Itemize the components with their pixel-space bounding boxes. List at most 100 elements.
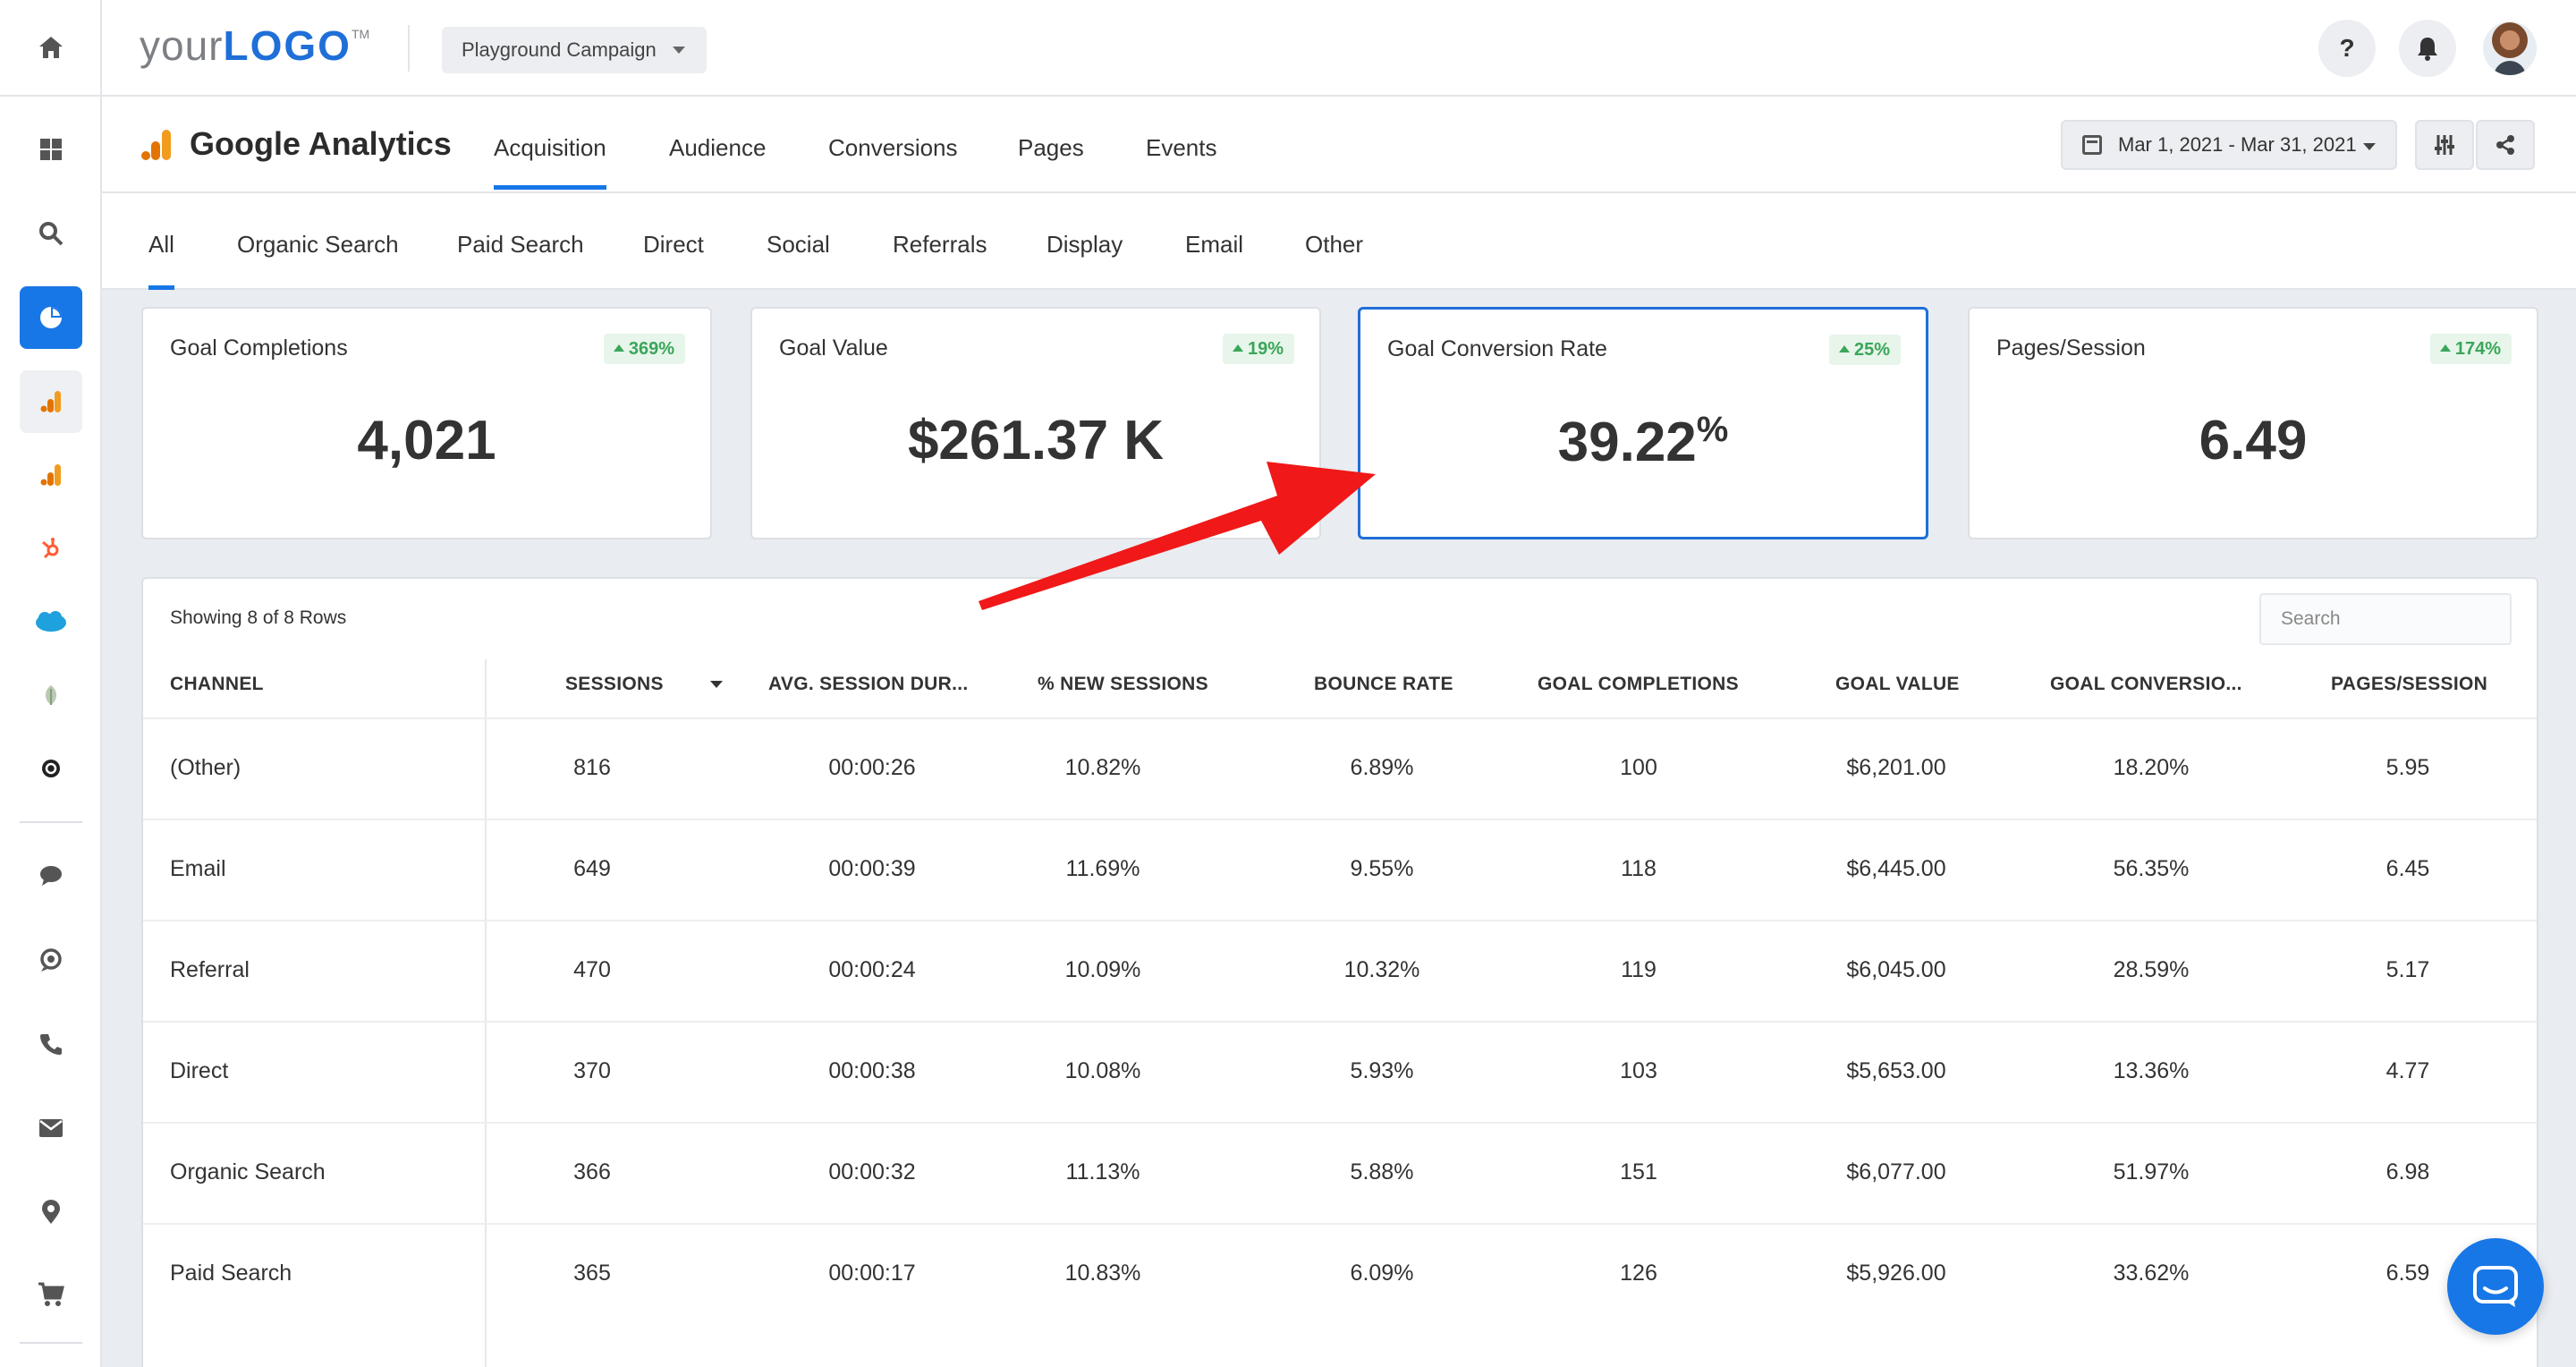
page-title: Google Analytics bbox=[190, 125, 452, 162]
cell-goal-conversion-rate: 18.20% bbox=[2113, 755, 2190, 780]
subtab-other[interactable]: Other bbox=[1305, 231, 1363, 290]
kpi-value-wrapper: 39.22% bbox=[1360, 410, 1926, 474]
cell-pages-session: 6.98 bbox=[2385, 1159, 2430, 1184]
top-bar: your LOGO TM Playground Campaign ? bbox=[102, 0, 2576, 97]
bell-icon bbox=[2418, 38, 2437, 61]
cell-new-sessions: 11.13% bbox=[1065, 1159, 1140, 1184]
map-pin-icon bbox=[42, 1200, 60, 1224]
header-sessions[interactable]: SESSIONS bbox=[565, 674, 664, 695]
brand-logo[interactable]: your LOGO TM bbox=[140, 21, 369, 75]
kpi-label: Goal Conversion Rate bbox=[1387, 336, 1607, 361]
subtab-display[interactable]: Display bbox=[1046, 231, 1123, 290]
subtab-social[interactable]: Social bbox=[767, 231, 830, 290]
envelope-icon bbox=[39, 1119, 63, 1137]
dashboard-button[interactable] bbox=[20, 118, 82, 181]
header-new-sessions[interactable]: % NEW SESSIONS bbox=[1038, 674, 1208, 695]
email-nav-button[interactable] bbox=[20, 1097, 82, 1159]
kpi-card-pages-session[interactable]: Pages/Session 174% 6.49 bbox=[1968, 307, 2538, 539]
cell-channel: Direct bbox=[170, 1058, 229, 1083]
kpi-change-badge: 369% bbox=[603, 334, 685, 364]
notifications-button[interactable] bbox=[2399, 20, 2456, 77]
subtab-paid-search[interactable]: Paid Search bbox=[457, 231, 584, 290]
share-icon bbox=[2496, 135, 2514, 155]
google-analytics-button[interactable] bbox=[20, 370, 82, 433]
subtab-organic-search[interactable]: Organic Search bbox=[237, 231, 399, 290]
channel-table-panel: Showing 8 of 8 Rows Search CHANNEL SESSI… bbox=[141, 577, 2538, 1367]
google-analytics-2-button[interactable] bbox=[20, 444, 82, 506]
kpi-card-goal-conversion-rate[interactable]: Goal Conversion Rate 25% 39.22% bbox=[1358, 307, 1928, 539]
subtab-email[interactable]: Email bbox=[1185, 231, 1243, 290]
tab-audience[interactable]: Audience bbox=[669, 134, 766, 190]
table-row[interactable]: Direct 370 00:00:38 10.08% 5.93% 103 $5,653.00… bbox=[143, 1021, 2537, 1122]
date-range-picker[interactable]: Mar 1, 2021 - Mar 31, 2021 bbox=[2061, 120, 2397, 170]
leaf-icon bbox=[46, 685, 56, 705]
sort-desc-icon[interactable] bbox=[710, 681, 723, 688]
user-avatar[interactable] bbox=[2483, 21, 2537, 75]
cell-channel: Organic Search bbox=[170, 1159, 326, 1184]
customize-button[interactable] bbox=[2415, 120, 2474, 170]
hubspot-icon bbox=[42, 538, 59, 559]
cell-new-sessions: 10.82% bbox=[1064, 755, 1141, 780]
cell-goal-completions: 119 bbox=[1621, 957, 1657, 982]
share-button[interactable] bbox=[2476, 120, 2535, 170]
search-button[interactable] bbox=[20, 202, 82, 265]
phone-nav-button[interactable] bbox=[20, 1013, 82, 1075]
support-chat-button[interactable] bbox=[2447, 1238, 2544, 1335]
tab-events[interactable]: Events bbox=[1146, 134, 1217, 190]
reports-button[interactable] bbox=[20, 286, 82, 349]
leaf-app-button[interactable] bbox=[20, 664, 82, 726]
header-avg-session-duration[interactable]: AVG. SESSION DUR... bbox=[768, 674, 969, 695]
cell-pages-session: 6.59 bbox=[2385, 1261, 2430, 1286]
help-button[interactable]: ? bbox=[2318, 20, 2376, 77]
cell-bounce-rate: 5.93% bbox=[1350, 1058, 1414, 1083]
header-goal-completions[interactable]: GOAL COMPLETIONS bbox=[1538, 674, 1739, 695]
table-row[interactable]: Paid Search 365 00:00:17 10.83% 6.09% 126 $5,9… bbox=[143, 1223, 2537, 1324]
shopping-cart-icon bbox=[38, 1282, 64, 1306]
cell-bounce-rate: 10.32% bbox=[1343, 957, 1420, 982]
kpi-label: Goal Value bbox=[779, 335, 888, 361]
avatar-shirt bbox=[2494, 61, 2526, 75]
header-bounce-rate[interactable]: BOUNCE RATE bbox=[1314, 674, 1453, 695]
table-row[interactable]: Organic Search 366 00:00:32 11.13% 5.88% 151 $… bbox=[143, 1122, 2537, 1223]
kpi-card-goal-completions[interactable]: Goal Completions 369% 4,021 bbox=[141, 307, 712, 539]
home-button[interactable] bbox=[0, 0, 102, 97]
location-nav-button[interactable] bbox=[20, 1181, 82, 1244]
cell-sessions: 366 bbox=[573, 1159, 611, 1184]
hubspot-button[interactable] bbox=[20, 517, 82, 580]
table-search-input[interactable]: Search bbox=[2259, 593, 2512, 645]
header-goal-value[interactable]: GOAL VALUE bbox=[1835, 674, 1960, 695]
target-app-button[interactable] bbox=[20, 737, 82, 800]
pie-chart-icon bbox=[40, 307, 62, 328]
header-channel[interactable]: CHANNEL bbox=[170, 674, 264, 695]
logo-divider bbox=[408, 25, 410, 72]
table-row[interactable]: Email 649 00:00:39 11.69% 9.55% 118 $6,445.00 5… bbox=[143, 819, 2537, 920]
tab-conversions[interactable]: Conversions bbox=[828, 134, 958, 190]
cell-goal-value: $5,926.00 bbox=[1846, 1261, 1946, 1286]
tab-acquisition[interactable]: Acquisition bbox=[494, 134, 606, 190]
calls-nav-button[interactable] bbox=[20, 929, 82, 991]
cell-goal-completions: 118 bbox=[1621, 856, 1657, 881]
annotation-arrow bbox=[979, 462, 1376, 610]
subtab-referrals[interactable]: Referrals bbox=[893, 231, 987, 290]
cell-goal-value: $5,653.00 bbox=[1846, 1058, 1946, 1083]
tab-pages[interactable]: Pages bbox=[1018, 134, 1084, 190]
salesforce-button[interactable] bbox=[20, 590, 82, 653]
kpi-change-badge: 174% bbox=[2429, 334, 2512, 364]
table-row[interactable]: Referral 470 00:00:24 10.09% 10.32% 119 $6,045… bbox=[143, 920, 2537, 1021]
campaign-name: Playground Campaign bbox=[462, 38, 657, 61]
subtab-direct[interactable]: Direct bbox=[643, 231, 704, 290]
kpi-value: 6.49 bbox=[2199, 410, 2308, 471]
campaign-selector[interactable]: Playground Campaign bbox=[442, 27, 707, 73]
chat-nav-button[interactable] bbox=[20, 845, 82, 907]
left-rail bbox=[0, 0, 102, 1367]
cell-goal-conversion-rate: 56.35% bbox=[2113, 856, 2190, 881]
grid-icon bbox=[40, 139, 62, 160]
integration-header: Google Analytics Acquisition Audience Co… bbox=[102, 97, 2576, 193]
subtab-all[interactable]: All bbox=[148, 231, 174, 290]
cell-goal-conversion-rate: 13.36% bbox=[2113, 1058, 2190, 1083]
header-pages-session[interactable]: PAGES/SESSION bbox=[2331, 674, 2487, 695]
table-row[interactable]: (Other) 816 00:00:26 10.82% 6.89% 100 $6,201.0… bbox=[143, 717, 2537, 819]
header-goal-conversion[interactable]: GOAL CONVERSIO... bbox=[2050, 674, 2242, 695]
ecommerce-nav-button[interactable] bbox=[20, 1263, 82, 1326]
cell-new-sessions: 10.83% bbox=[1064, 1261, 1141, 1286]
